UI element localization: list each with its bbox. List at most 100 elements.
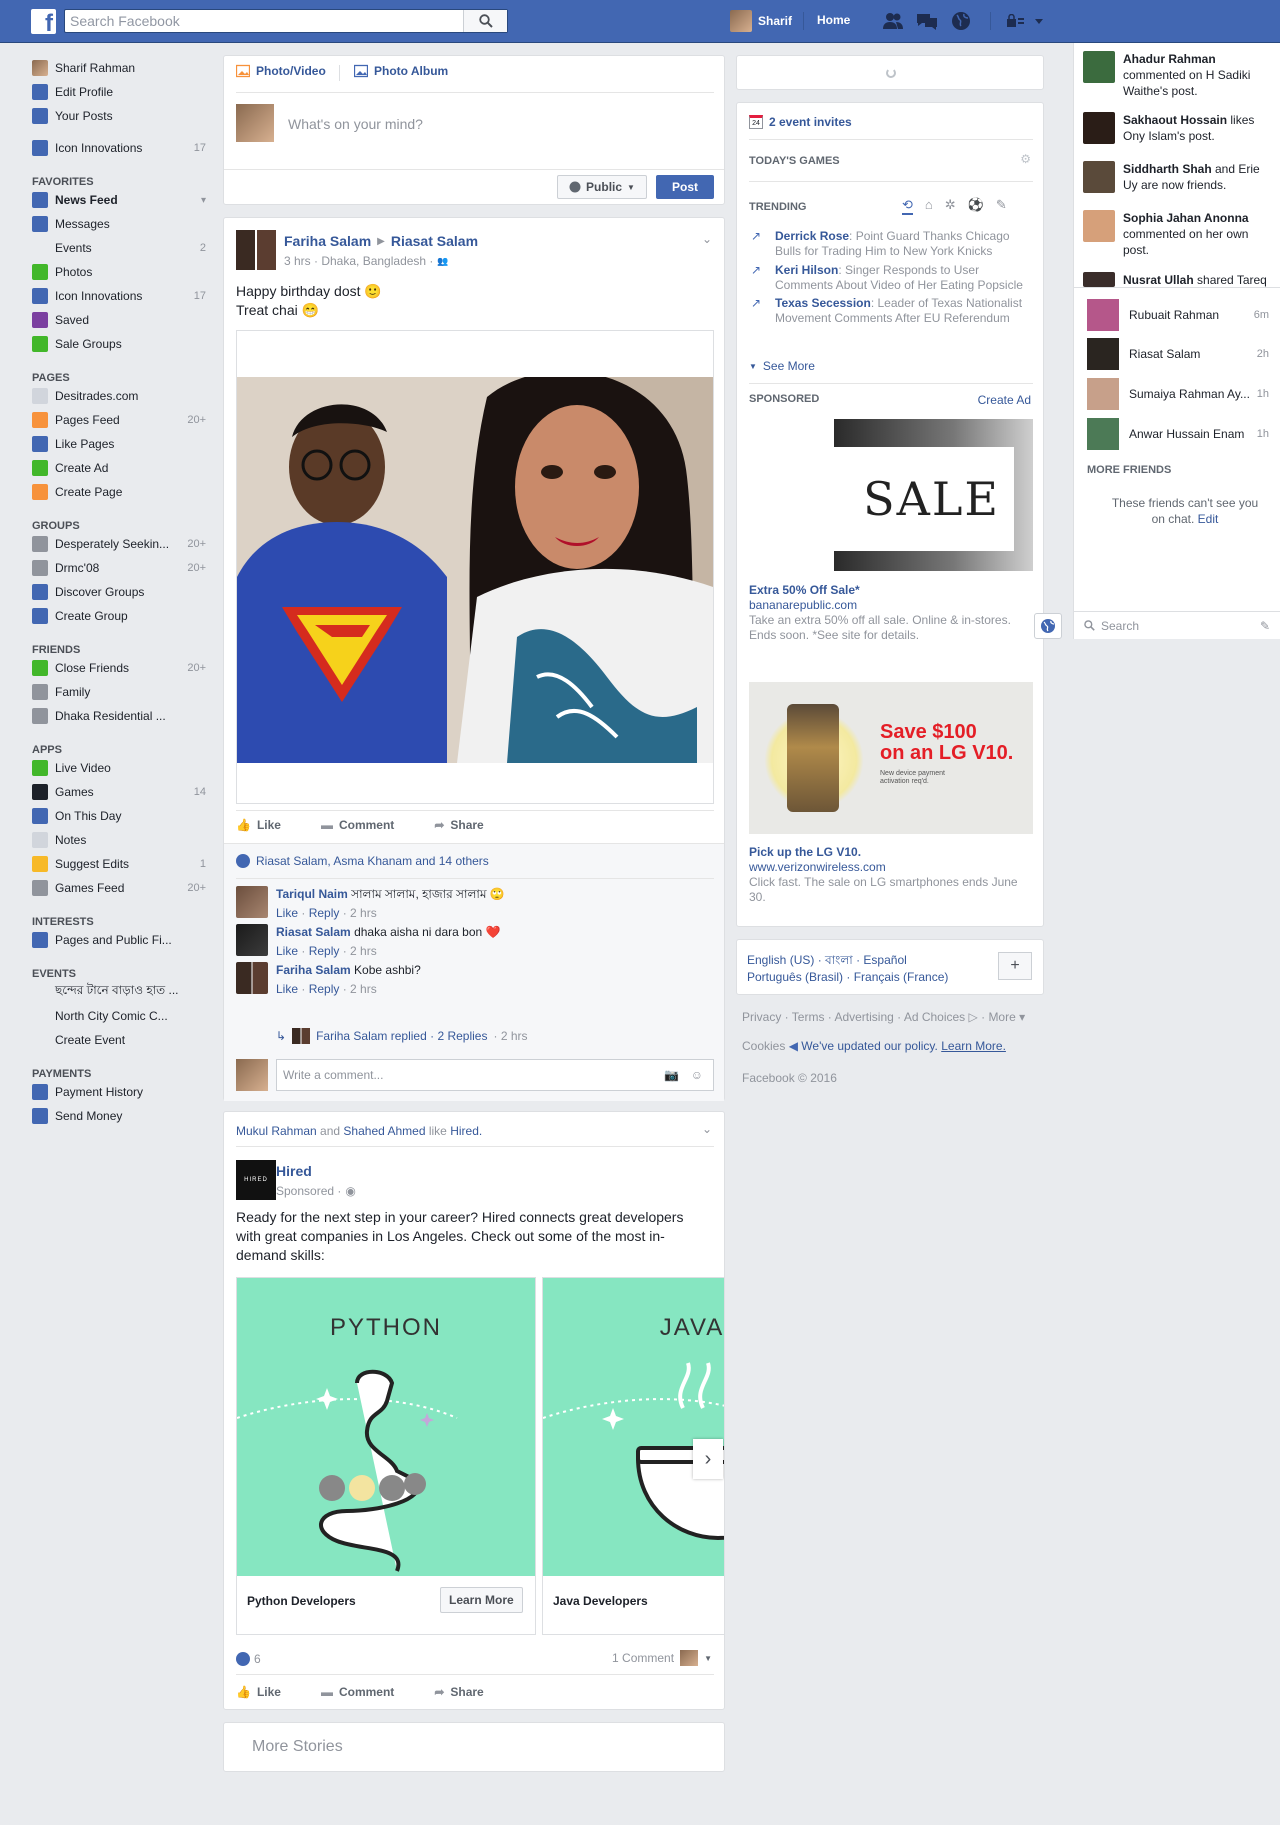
messages-icon[interactable] — [916, 11, 938, 31]
post-author[interactable]: Hired — [276, 1163, 312, 1179]
nav-item[interactable]: Sale Groups — [32, 332, 212, 356]
trending-item[interactable]: ↗ Texas Secession: Leader of Texas Nation… — [749, 296, 1034, 326]
camera-icon[interactable]: 📷 — [664, 1068, 679, 1082]
chevron-down-icon[interactable]: ⌄ — [702, 232, 712, 246]
more-stories-button[interactable]: More Stories — [223, 1722, 725, 1772]
nav-item[interactable]: Your Posts — [32, 104, 212, 128]
ad-title[interactable]: Pick up the LG V10. — [749, 845, 1033, 860]
comment-button[interactable]: ▬ Comment — [321, 1685, 394, 1699]
chat-globe-button[interactable] — [1034, 613, 1062, 639]
carousel-card[interactable]: PYTHON Python Developers Learn More — [236, 1277, 536, 1635]
politics-tab-icon[interactable]: ⌂ — [925, 197, 933, 215]
profile-link[interactable]: Sharif — [730, 7, 792, 35]
sports-tab-icon[interactable]: ⚽ — [968, 197, 984, 215]
ticker-item[interactable]: Sakhaout Hossain likes Ony Islam's post. — [1083, 112, 1273, 144]
create-ad-link[interactable]: Create Ad — [978, 393, 1031, 407]
globe-notifications-icon[interactable] — [950, 11, 972, 31]
comment-reply-link[interactable]: Reply — [309, 982, 340, 996]
nav-item[interactable]: Drmc'08 20+ — [32, 556, 212, 580]
nav-item[interactable]: Family — [32, 680, 212, 704]
search-input[interactable] — [65, 10, 455, 32]
event-invites-link[interactable]: 24 2 event invites — [749, 115, 852, 129]
hired-logo[interactable]: HIRED — [236, 1160, 276, 1200]
nav-item[interactable]: Create Page — [32, 480, 212, 504]
nav-item[interactable]: Discover Groups — [32, 580, 212, 604]
chat-notice-edit[interactable]: Edit — [1198, 512, 1219, 526]
comment-like-link[interactable]: Like — [276, 906, 298, 920]
learn-more-button[interactable]: Learn More — [440, 1587, 523, 1613]
language-links[interactable]: English (US) · বাংলা · Español — [747, 952, 977, 969]
cookies-link[interactable]: Cookies — [742, 1039, 785, 1053]
footer-more[interactable]: · More ▾ — [981, 1010, 1025, 1024]
trending-item[interactable]: ↗ Derrick Rose: Point Guard Thanks Chicag… — [749, 229, 1034, 259]
emoji-icon[interactable]: ☺ — [691, 1068, 703, 1082]
liker-link[interactable]: Shahed Ahmed — [343, 1124, 425, 1138]
comment-author[interactable]: Tariqul Naim — [276, 887, 348, 901]
ticker-item[interactable]: Sophia Jahan Anonna commented on her own… — [1083, 210, 1273, 258]
like-button[interactable]: 👍 Like — [236, 1685, 281, 1699]
see-more-link[interactable]: ▼ See More — [749, 359, 815, 373]
share-button[interactable]: ➦ Share — [434, 818, 483, 832]
comment-like-link[interactable]: Like — [276, 944, 298, 958]
photo-album-button[interactable]: Photo Album — [354, 64, 448, 78]
comment-author[interactable]: Riasat Salam — [276, 925, 351, 939]
facebook-logo[interactable]: f — [31, 9, 56, 34]
nav-item[interactable]: Create Group — [32, 604, 212, 628]
ad-url[interactable]: www.verizonwireless.com — [749, 860, 1033, 875]
nav-item[interactable]: Sharif Rahman — [32, 56, 212, 80]
page-link[interactable]: Hired. — [450, 1124, 482, 1138]
add-language-button[interactable]: + — [998, 952, 1032, 980]
nav-item[interactable]: Like Pages — [32, 432, 212, 456]
nav-item[interactable]: Games 14 — [32, 780, 212, 804]
reactions-count[interactable]: 6 — [254, 1652, 261, 1666]
chat-friend[interactable]: Rubuait Rahman 6m — [1087, 299, 1272, 331]
nav-item[interactable]: Create Event — [32, 1028, 212, 1052]
post-target[interactable]: Riasat Salam — [391, 233, 478, 249]
nav-item[interactable]: ছন্দের টানে বাড়াও হাত ... — [32, 980, 212, 1004]
nav-item[interactable]: Suggest Edits 1 — [32, 852, 212, 876]
nav-item[interactable]: Close Friends 20+ — [32, 656, 212, 680]
privacy-selector[interactable]: Public ▼ — [557, 175, 647, 199]
footer-links[interactable]: Privacy · Terms · Advertising · Ad Choic… — [742, 1010, 965, 1024]
comment-input[interactable]: Write a comment... 📷 ☺ — [276, 1059, 714, 1091]
nav-item[interactable]: Icon Innovations 17 — [32, 136, 212, 160]
comment-avatar[interactable] — [236, 886, 268, 918]
chat-friend[interactable]: Riasat Salam 2h — [1087, 338, 1272, 370]
post-button[interactable]: Post — [656, 175, 714, 199]
settings-menu-icon[interactable] — [1003, 11, 1047, 31]
nav-item[interactable]: On This Day — [32, 804, 212, 828]
chat-friend[interactable]: Sumaiya Rahman Ay... 1h — [1087, 378, 1272, 410]
comment-like-link[interactable]: Like — [276, 982, 298, 996]
trending-item[interactable]: ↗ Keri Hilson: Singer Responds to User Co… — [749, 263, 1034, 293]
chevron-down-icon[interactable]: ▼ — [704, 1654, 712, 1663]
chevron-down-icon[interactable]: ▾ — [201, 195, 206, 206]
comment-reply-link[interactable]: Reply — [309, 944, 340, 958]
ad-title[interactable]: Extra 50% Off Sale* — [749, 583, 1033, 598]
comment-author[interactable]: Fariha Salam — [276, 963, 351, 977]
nav-item[interactable]: Dhaka Residential ... — [32, 704, 212, 728]
post-author[interactable]: Fariha Salam — [284, 233, 371, 249]
search-button[interactable] — [463, 10, 507, 32]
like-button[interactable]: 👍 Like — [236, 818, 281, 832]
comment-avatar[interactable] — [236, 924, 268, 956]
policy-update[interactable]: We've updated our policy. — [801, 1039, 938, 1053]
nav-item[interactable]: Live Video — [32, 756, 212, 780]
home-link[interactable]: Home — [817, 13, 850, 27]
new-message-icon[interactable]: ✎ — [1260, 619, 1270, 633]
nav-item[interactable]: News Feed ▾ — [32, 188, 212, 212]
ticker-item[interactable]: Siddharth Shah and Erie Uy are now frien… — [1083, 161, 1273, 193]
nav-item[interactable]: Saved — [32, 308, 212, 332]
nav-item[interactable]: Pages Feed 20+ — [32, 408, 212, 432]
nav-item[interactable]: North City Comic C... — [32, 1004, 212, 1028]
carousel-next-button[interactable]: › — [693, 1439, 723, 1479]
nav-item[interactable]: Edit Profile — [32, 80, 212, 104]
chevron-down-icon[interactable]: ⌄ — [702, 1122, 712, 1136]
replies-link[interactable]: ↳ Fariha Salam replied · 2 Replies · 2 h… — [276, 1028, 528, 1044]
nav-item[interactable]: Pages and Public Fi... — [32, 928, 212, 952]
nav-item[interactable]: Desperately Seekin... 20+ — [32, 532, 212, 556]
nav-item[interactable]: Notes — [32, 828, 212, 852]
ticker-item[interactable]: Ahadur Rahman commented on H Sadiki Wait… — [1083, 51, 1273, 99]
comment-button[interactable]: ▬ Comment — [321, 818, 394, 832]
nav-item[interactable]: Send Money — [32, 1104, 212, 1128]
nav-item[interactable]: Icon Innovations 17 — [32, 284, 212, 308]
